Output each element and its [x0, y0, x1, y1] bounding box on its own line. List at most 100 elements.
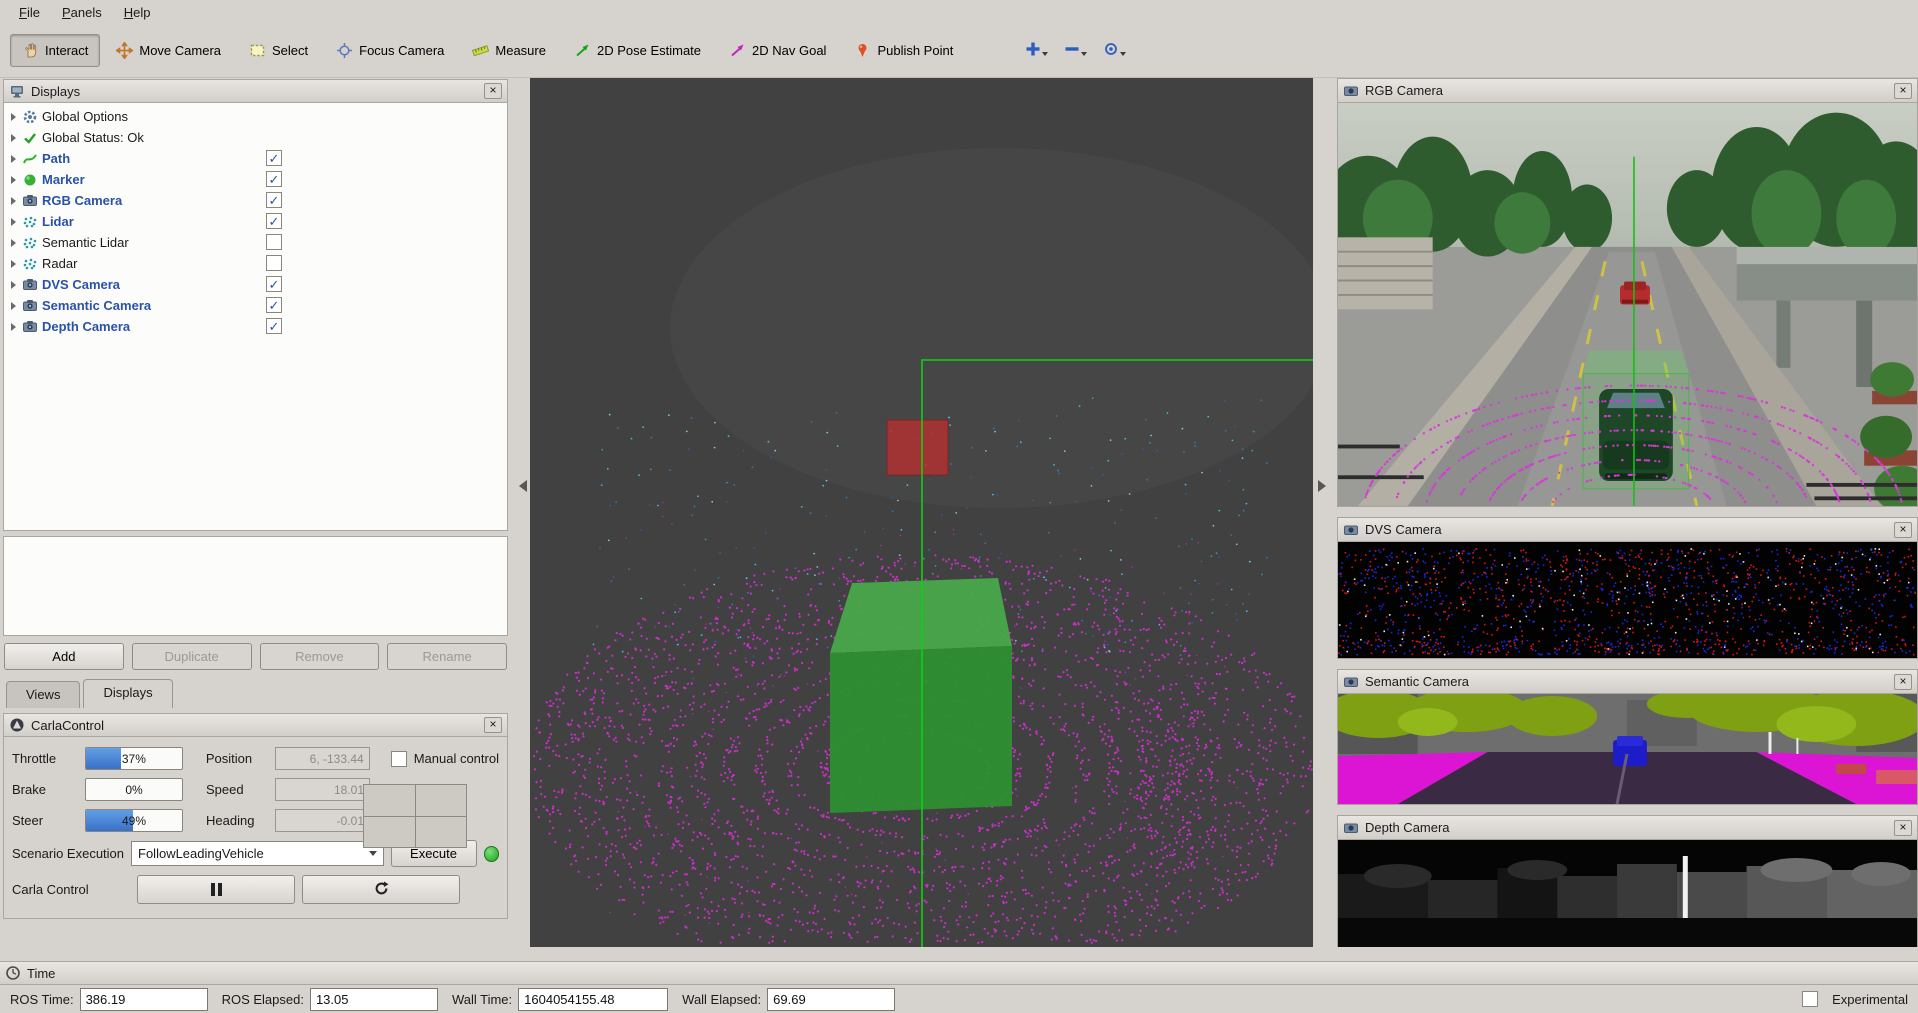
carla-control-label: Carla Control [12, 882, 89, 897]
display-row-semantic-camera[interactable]: Semantic Camera [4, 295, 507, 316]
expand-icon[interactable] [7, 173, 21, 187]
tool-interact[interactable]: Interact [10, 34, 101, 67]
expand-icon[interactable] [7, 320, 21, 334]
camera-icon [1343, 820, 1359, 836]
3d-viewport[interactable] [530, 78, 1313, 947]
expand-icon[interactable] [7, 194, 21, 208]
remove-button[interactable]: Remove [259, 643, 380, 670]
camera-icon [22, 193, 38, 209]
camera-target-button[interactable] [1097, 36, 1132, 65]
zoom-in-button[interactable] [1019, 36, 1054, 65]
tool-label: Measure [495, 43, 546, 58]
splitter-right[interactable] [1313, 78, 1337, 961]
rgb-camera-panel: RGB Camera × [1337, 78, 1918, 507]
semantic-camera-image [1338, 694, 1917, 804]
check-icon [22, 130, 38, 146]
pause-button[interactable] [137, 875, 295, 904]
display-enabled-checkbox[interactable] [266, 234, 282, 250]
expand-icon[interactable] [7, 257, 21, 271]
display-row-semantic-lidar[interactable]: Semantic Lidar [4, 232, 507, 253]
tool-label: Focus Camera [359, 43, 445, 58]
select-box-icon [249, 42, 266, 59]
display-enabled-checkbox[interactable] [266, 150, 282, 166]
collapse-right-icon[interactable] [1318, 480, 1332, 492]
close-icon[interactable]: × [1894, 82, 1912, 99]
expand-icon[interactable] [7, 236, 21, 250]
carla-control-panel: CarlaControl × Throttle 37% Position 6, … [3, 713, 508, 919]
ros-time-field[interactable] [79, 987, 208, 1011]
lidar-scene [530, 78, 1313, 947]
panel-title: DVS Camera [1365, 522, 1442, 537]
manual-control-checkbox[interactable] [390, 750, 407, 767]
display-enabled-checkbox[interactable] [266, 171, 282, 187]
close-icon[interactable]: × [1894, 521, 1912, 538]
zoom-out-button[interactable] [1058, 36, 1093, 65]
tool-publish-point[interactable]: Publish Point [842, 34, 965, 67]
add-button[interactable]: Add [4, 643, 124, 670]
restart-button[interactable] [302, 875, 460, 904]
displays-icon [9, 83, 25, 99]
close-icon[interactable]: × [484, 717, 502, 733]
points-icon [22, 256, 38, 272]
rename-button[interactable]: Rename [387, 643, 507, 670]
display-row-lidar[interactable]: Lidar [4, 211, 507, 232]
tool-2d-pose-estimate[interactable]: 2D Pose Estimate [562, 34, 713, 67]
display-row-radar[interactable]: Radar [4, 253, 507, 274]
collapse-left-icon[interactable] [513, 480, 527, 492]
tool-measure[interactable]: Measure [460, 34, 558, 67]
display-enabled-checkbox[interactable] [266, 255, 282, 271]
close-icon[interactable]: × [484, 83, 502, 99]
tool-label: 2D Pose Estimate [596, 43, 702, 58]
wall-elapsed-field[interactable] [767, 987, 896, 1011]
control-pad[interactable] [363, 784, 467, 848]
display-enabled-checkbox[interactable] [266, 213, 282, 229]
display-row-global-options[interactable]: Global Options [4, 106, 507, 127]
expand-icon[interactable] [7, 278, 21, 292]
toolbar: Interact Move Camera Select Focus Camera… [0, 24, 1918, 78]
ros-elapsed-field[interactable] [309, 987, 438, 1011]
splitter-left[interactable] [508, 78, 530, 961]
display-row-depth-camera[interactable]: Depth Camera [4, 316, 507, 337]
display-row-rgb-camera[interactable]: RGB Camera [4, 190, 507, 211]
scenario-select[interactable]: FollowLeadingVehicle [131, 841, 384, 866]
time-panel: Time ROS Time: ROS Elapsed: Wall Time: W… [0, 961, 1918, 1013]
display-row-marker[interactable]: Marker [4, 169, 507, 190]
menu-help[interactable]: Help [113, 2, 162, 23]
duplicate-button[interactable]: Duplicate [131, 643, 252, 670]
tab-views[interactable]: Views [6, 681, 81, 708]
expand-icon[interactable] [7, 131, 21, 145]
tool-select[interactable]: Select [237, 34, 320, 67]
expand-icon[interactable] [7, 299, 21, 313]
expand-icon[interactable] [7, 215, 21, 229]
tool-move-camera[interactable]: Move Camera [104, 34, 233, 67]
display-row-dvs-camera[interactable]: DVS Camera [4, 274, 507, 295]
display-enabled-checkbox[interactable] [266, 318, 282, 334]
close-icon[interactable]: × [1894, 673, 1912, 690]
tool-focus-camera[interactable]: Focus Camera [324, 34, 456, 67]
display-row-global-status[interactable]: Global Status: Ok [4, 127, 507, 148]
tool-label: Interact [45, 43, 89, 58]
display-label: Global Status: Ok [42, 130, 144, 145]
close-icon[interactable]: × [1894, 819, 1912, 836]
magenta-arrow-icon [729, 42, 746, 59]
scenario-value: FollowLeadingVehicle [138, 846, 264, 861]
semantic-camera-panel: Semantic Camera × [1337, 669, 1918, 805]
wall-time-field[interactable] [518, 987, 669, 1011]
tool-label: Select [272, 43, 309, 58]
menu-file[interactable]: File [8, 2, 51, 23]
expand-icon[interactable] [7, 152, 21, 166]
tool-2d-nav-goal[interactable]: 2D Nav Goal [717, 34, 838, 67]
display-label: Semantic Camera [42, 298, 152, 313]
plus-icon [1025, 41, 1041, 60]
position-label: Position [205, 751, 253, 766]
expand-icon[interactable] [7, 110, 21, 124]
tab-displays[interactable]: Displays [83, 679, 173, 708]
display-description-box [3, 536, 508, 636]
display-enabled-checkbox[interactable] [266, 297, 282, 313]
experimental-checkbox[interactable] [1802, 991, 1819, 1007]
display-enabled-checkbox[interactable] [266, 192, 282, 208]
menu-panels[interactable]: Panels [51, 2, 113, 23]
display-enabled-checkbox[interactable] [266, 276, 282, 292]
camera-icon [22, 277, 38, 293]
display-row-path[interactable]: Path [4, 148, 507, 169]
